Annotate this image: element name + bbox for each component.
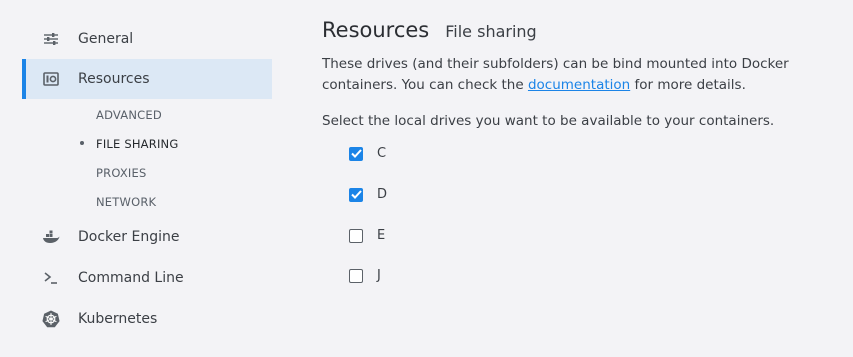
documentation-link[interactable]: documentation: [528, 77, 630, 93]
sliders-icon: [42, 30, 60, 48]
terminal-icon: [42, 269, 60, 287]
drive-label: D: [377, 187, 388, 202]
page-heading: Resources File sharing: [322, 18, 537, 42]
sidebar-item-general[interactable]: General: [22, 19, 272, 59]
checkmark-icon: [350, 190, 362, 199]
drive-checkbox-c[interactable]: C: [349, 146, 386, 161]
drive-label: E: [377, 228, 386, 243]
sidebar-item-label: Command Line: [78, 270, 184, 286]
checkbox[interactable]: [349, 187, 363, 202]
drive-label: C: [377, 146, 387, 161]
description-text-end: for more details.: [630, 77, 746, 93]
current-subitem-dot: [80, 141, 84, 145]
drive-label: J: [377, 268, 381, 283]
checkbox[interactable]: [349, 228, 363, 243]
drive-checkbox-e[interactable]: E: [349, 228, 385, 243]
sidebar-item-label: Resources: [78, 71, 150, 87]
sidebar-item-label: Docker Engine: [78, 229, 180, 245]
sidebar: General Resources ADVANCED FILE SHARING …: [0, 0, 272, 357]
sidebar-item-kubernetes[interactable]: Kubernetes: [22, 299, 272, 339]
sidebar-item-resources[interactable]: Resources: [22, 59, 272, 99]
description: These drives (and their subfolders) can …: [322, 54, 842, 96]
whale-icon: [42, 228, 60, 246]
checkmark-icon: [350, 149, 362, 158]
sidebar-item-docker-engine[interactable]: Docker Engine: [22, 217, 272, 257]
subnav-advanced[interactable]: ADVANCED: [96, 108, 162, 122]
checkbox[interactable]: [349, 268, 363, 283]
page-subtitle: File sharing: [445, 22, 537, 41]
subnav-proxies[interactable]: PROXIES: [96, 166, 146, 180]
main-content: Resources File sharing These drives (and…: [322, 0, 842, 357]
kubernetes-icon: [42, 310, 60, 328]
instruction-text: Select the local drives you want to be a…: [322, 113, 775, 129]
subnav-file-sharing[interactable]: FILE SHARING: [96, 137, 178, 151]
sidebar-item-command-line[interactable]: Command Line: [22, 258, 272, 298]
resources-icon: [42, 70, 60, 88]
checkbox[interactable]: [349, 146, 363, 161]
sidebar-item-label: General: [78, 31, 134, 47]
drive-checkbox-d[interactable]: D: [349, 187, 387, 202]
drive-checkbox-j[interactable]: J: [349, 268, 381, 283]
subnav-network[interactable]: NETWORK: [96, 195, 156, 209]
sidebar-item-label: Kubernetes: [78, 311, 158, 327]
page-title: Resources: [322, 18, 430, 42]
